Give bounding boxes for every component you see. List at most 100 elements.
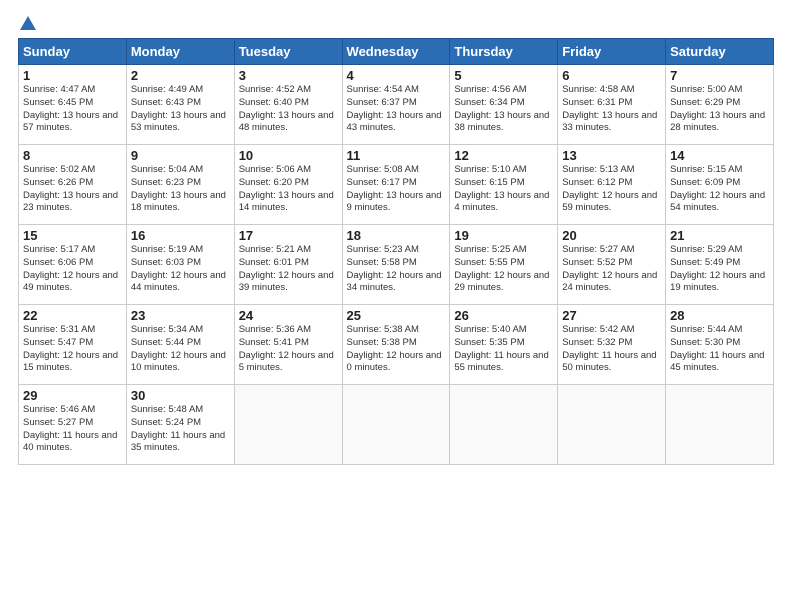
- day-number: 21: [670, 228, 769, 243]
- weekday-header-friday: Friday: [558, 39, 666, 65]
- day-number: 9: [131, 148, 230, 163]
- day-info: Sunrise: 5:31 AMSunset: 5:47 PMDaylight:…: [23, 324, 122, 375]
- day-info: Sunrise: 5:08 AMSunset: 6:17 PMDaylight:…: [347, 164, 446, 215]
- logo: [18, 18, 37, 28]
- day-number: 10: [239, 148, 338, 163]
- calendar-cell: 10Sunrise: 5:06 AMSunset: 6:20 PMDayligh…: [234, 145, 342, 225]
- weekday-header-monday: Monday: [126, 39, 234, 65]
- day-number: 25: [347, 308, 446, 323]
- day-number: 7: [670, 68, 769, 83]
- day-info: Sunrise: 5:10 AMSunset: 6:15 PMDaylight:…: [454, 164, 553, 215]
- weekday-header-wednesday: Wednesday: [342, 39, 450, 65]
- day-number: 19: [454, 228, 553, 243]
- day-info: Sunrise: 5:21 AMSunset: 6:01 PMDaylight:…: [239, 244, 338, 295]
- day-number: 18: [347, 228, 446, 243]
- day-info: Sunrise: 5:25 AMSunset: 5:55 PMDaylight:…: [454, 244, 553, 295]
- calendar-cell: 29Sunrise: 5:46 AMSunset: 5:27 PMDayligh…: [19, 385, 127, 465]
- day-number: 30: [131, 388, 230, 403]
- day-number: 4: [347, 68, 446, 83]
- calendar-cell: 9Sunrise: 5:04 AMSunset: 6:23 PMDaylight…: [126, 145, 234, 225]
- day-number: 15: [23, 228, 122, 243]
- day-info: Sunrise: 5:02 AMSunset: 6:26 PMDaylight:…: [23, 164, 122, 215]
- calendar-cell: 26Sunrise: 5:40 AMSunset: 5:35 PMDayligh…: [450, 305, 558, 385]
- day-info: Sunrise: 5:13 AMSunset: 6:12 PMDaylight:…: [562, 164, 661, 215]
- calendar-cell: 27Sunrise: 5:42 AMSunset: 5:32 PMDayligh…: [558, 305, 666, 385]
- day-info: Sunrise: 5:00 AMSunset: 6:29 PMDaylight:…: [670, 84, 769, 135]
- weekday-header-thursday: Thursday: [450, 39, 558, 65]
- day-number: 23: [131, 308, 230, 323]
- day-info: Sunrise: 4:52 AMSunset: 6:40 PMDaylight:…: [239, 84, 338, 135]
- day-info: Sunrise: 4:49 AMSunset: 6:43 PMDaylight:…: [131, 84, 230, 135]
- day-info: Sunrise: 5:42 AMSunset: 5:32 PMDaylight:…: [562, 324, 661, 375]
- day-info: Sunrise: 4:54 AMSunset: 6:37 PMDaylight:…: [347, 84, 446, 135]
- calendar-cell: 30Sunrise: 5:48 AMSunset: 5:24 PMDayligh…: [126, 385, 234, 465]
- day-number: 5: [454, 68, 553, 83]
- calendar-week-2: 8Sunrise: 5:02 AMSunset: 6:26 PMDaylight…: [19, 145, 774, 225]
- day-info: Sunrise: 4:58 AMSunset: 6:31 PMDaylight:…: [562, 84, 661, 135]
- day-number: 24: [239, 308, 338, 323]
- day-number: 27: [562, 308, 661, 323]
- calendar-cell: 1Sunrise: 4:47 AMSunset: 6:45 PMDaylight…: [19, 65, 127, 145]
- calendar-cell: [342, 385, 450, 465]
- day-number: 6: [562, 68, 661, 83]
- calendar-cell: 18Sunrise: 5:23 AMSunset: 5:58 PMDayligh…: [342, 225, 450, 305]
- calendar-cell: [558, 385, 666, 465]
- day-number: 22: [23, 308, 122, 323]
- calendar-cell: 2Sunrise: 4:49 AMSunset: 6:43 PMDaylight…: [126, 65, 234, 145]
- day-number: 14: [670, 148, 769, 163]
- day-number: 17: [239, 228, 338, 243]
- day-info: Sunrise: 5:23 AMSunset: 5:58 PMDaylight:…: [347, 244, 446, 295]
- day-info: Sunrise: 5:27 AMSunset: 5:52 PMDaylight:…: [562, 244, 661, 295]
- day-info: Sunrise: 5:15 AMSunset: 6:09 PMDaylight:…: [670, 164, 769, 215]
- day-info: Sunrise: 5:19 AMSunset: 6:03 PMDaylight:…: [131, 244, 230, 295]
- day-number: 2: [131, 68, 230, 83]
- day-number: 1: [23, 68, 122, 83]
- calendar-cell: 25Sunrise: 5:38 AMSunset: 5:38 PMDayligh…: [342, 305, 450, 385]
- calendar-cell: 12Sunrise: 5:10 AMSunset: 6:15 PMDayligh…: [450, 145, 558, 225]
- calendar-cell: 5Sunrise: 4:56 AMSunset: 6:34 PMDaylight…: [450, 65, 558, 145]
- calendar-cell: 4Sunrise: 4:54 AMSunset: 6:37 PMDaylight…: [342, 65, 450, 145]
- day-number: 20: [562, 228, 661, 243]
- calendar-week-1: 1Sunrise: 4:47 AMSunset: 6:45 PMDaylight…: [19, 65, 774, 145]
- calendar-cell: 11Sunrise: 5:08 AMSunset: 6:17 PMDayligh…: [342, 145, 450, 225]
- day-info: Sunrise: 4:56 AMSunset: 6:34 PMDaylight:…: [454, 84, 553, 135]
- calendar-cell: 14Sunrise: 5:15 AMSunset: 6:09 PMDayligh…: [666, 145, 774, 225]
- day-info: Sunrise: 5:46 AMSunset: 5:27 PMDaylight:…: [23, 404, 122, 455]
- calendar-week-3: 15Sunrise: 5:17 AMSunset: 6:06 PMDayligh…: [19, 225, 774, 305]
- calendar-cell: 3Sunrise: 4:52 AMSunset: 6:40 PMDaylight…: [234, 65, 342, 145]
- calendar-cell: [234, 385, 342, 465]
- day-number: 8: [23, 148, 122, 163]
- day-info: Sunrise: 5:34 AMSunset: 5:44 PMDaylight:…: [131, 324, 230, 375]
- calendar-cell: 8Sunrise: 5:02 AMSunset: 6:26 PMDaylight…: [19, 145, 127, 225]
- calendar-week-4: 22Sunrise: 5:31 AMSunset: 5:47 PMDayligh…: [19, 305, 774, 385]
- calendar-cell: 6Sunrise: 4:58 AMSunset: 6:31 PMDaylight…: [558, 65, 666, 145]
- calendar-cell: 13Sunrise: 5:13 AMSunset: 6:12 PMDayligh…: [558, 145, 666, 225]
- calendar-cell: 7Sunrise: 5:00 AMSunset: 6:29 PMDaylight…: [666, 65, 774, 145]
- day-info: Sunrise: 5:40 AMSunset: 5:35 PMDaylight:…: [454, 324, 553, 375]
- day-number: 26: [454, 308, 553, 323]
- calendar-cell: 24Sunrise: 5:36 AMSunset: 5:41 PMDayligh…: [234, 305, 342, 385]
- calendar-cell: 17Sunrise: 5:21 AMSunset: 6:01 PMDayligh…: [234, 225, 342, 305]
- day-info: Sunrise: 5:06 AMSunset: 6:20 PMDaylight:…: [239, 164, 338, 215]
- day-info: Sunrise: 5:29 AMSunset: 5:49 PMDaylight:…: [670, 244, 769, 295]
- calendar-table: SundayMondayTuesdayWednesdayThursdayFrid…: [18, 38, 774, 465]
- calendar-cell: 20Sunrise: 5:27 AMSunset: 5:52 PMDayligh…: [558, 225, 666, 305]
- page: SundayMondayTuesdayWednesdayThursdayFrid…: [0, 0, 792, 612]
- day-info: Sunrise: 5:38 AMSunset: 5:38 PMDaylight:…: [347, 324, 446, 375]
- day-number: 11: [347, 148, 446, 163]
- weekday-header-sunday: Sunday: [19, 39, 127, 65]
- day-info: Sunrise: 4:47 AMSunset: 6:45 PMDaylight:…: [23, 84, 122, 135]
- calendar-cell: 15Sunrise: 5:17 AMSunset: 6:06 PMDayligh…: [19, 225, 127, 305]
- calendar-cell: 21Sunrise: 5:29 AMSunset: 5:49 PMDayligh…: [666, 225, 774, 305]
- weekday-header-tuesday: Tuesday: [234, 39, 342, 65]
- day-number: 28: [670, 308, 769, 323]
- weekday-header-saturday: Saturday: [666, 39, 774, 65]
- day-info: Sunrise: 5:44 AMSunset: 5:30 PMDaylight:…: [670, 324, 769, 375]
- calendar-cell: 16Sunrise: 5:19 AMSunset: 6:03 PMDayligh…: [126, 225, 234, 305]
- day-number: 13: [562, 148, 661, 163]
- day-info: Sunrise: 5:48 AMSunset: 5:24 PMDaylight:…: [131, 404, 230, 455]
- day-info: Sunrise: 5:04 AMSunset: 6:23 PMDaylight:…: [131, 164, 230, 215]
- calendar-week-5: 29Sunrise: 5:46 AMSunset: 5:27 PMDayligh…: [19, 385, 774, 465]
- day-number: 16: [131, 228, 230, 243]
- calendar-cell: [450, 385, 558, 465]
